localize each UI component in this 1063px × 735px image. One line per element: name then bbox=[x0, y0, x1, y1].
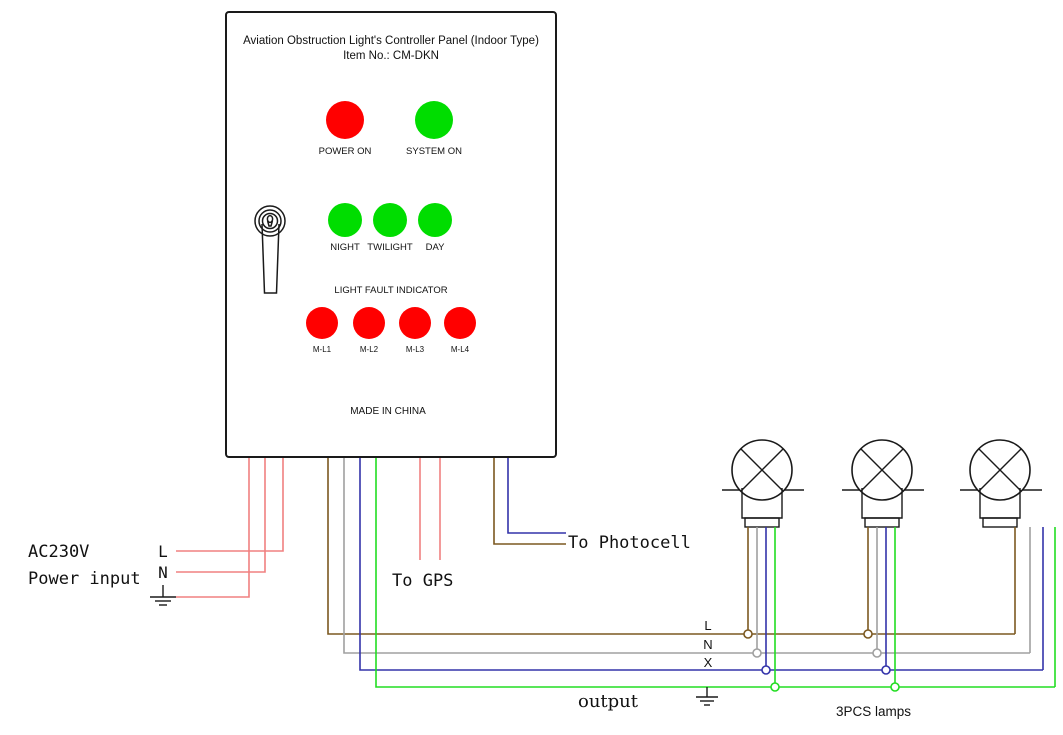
label-light-fault-indicator: LIGHT FAULT INDICATOR bbox=[334, 285, 447, 296]
bus-label-N: N bbox=[703, 637, 712, 652]
wire-ac-earth bbox=[176, 458, 250, 598]
label-to-photocell: To Photocell bbox=[568, 533, 691, 553]
indicator-lamp-m-l2 bbox=[353, 307, 385, 339]
lamp-3 bbox=[960, 439, 1056, 687]
photocell-wire-group: To Photocell bbox=[493, 458, 691, 553]
label-m-l1: M-L1 bbox=[313, 345, 332, 354]
indicator-lamp-twilight bbox=[373, 203, 407, 237]
wire-bus-X-blue bbox=[359, 458, 1043, 671]
label-made-in-china: MADE IN CHINA bbox=[350, 406, 426, 417]
junction-lamp2-L bbox=[863, 629, 873, 639]
label-twilight: TWILIGHT bbox=[367, 242, 413, 253]
label-m-l2: M-L2 bbox=[360, 345, 379, 354]
indicator-lamp-night bbox=[328, 203, 362, 237]
junction-lamp2-X bbox=[881, 665, 891, 675]
junction-lamp1-N bbox=[752, 648, 762, 658]
junction-lamp1-earth bbox=[770, 682, 780, 692]
indicator-lamp-m-l3 bbox=[399, 307, 431, 339]
panel-title-line2: Item No.: CM-DKN bbox=[343, 50, 439, 62]
junction-lamp1-X bbox=[761, 665, 771, 675]
terminal-label-N: N bbox=[158, 563, 168, 582]
label-to-gps: To GPS bbox=[392, 571, 453, 591]
indicator-lamp-m-l4 bbox=[444, 307, 476, 339]
label-ac230v: AC230V bbox=[28, 542, 89, 562]
label-power-on: POWER ON bbox=[319, 146, 372, 157]
panel-title-line1: Aviation Obstruction Light's Controller … bbox=[243, 35, 539, 47]
label-night: NIGHT bbox=[330, 242, 360, 253]
indicator-lamp-power-on bbox=[326, 101, 364, 139]
label-output: output bbox=[578, 691, 639, 712]
indicator-lamp-system-on bbox=[415, 101, 453, 139]
indicator-lamp-day bbox=[418, 203, 452, 237]
label-3pcs-lamps: 3PCS lamps bbox=[836, 704, 911, 719]
junction-lamp2-earth bbox=[890, 682, 900, 692]
terminal-label-L: L bbox=[158, 542, 168, 561]
junction-lamp1-L bbox=[743, 629, 753, 639]
ground-symbol-output bbox=[696, 687, 718, 706]
wiring-diagram: Aviation Obstruction Light's Controller … bbox=[0, 0, 1063, 735]
label-power-input: Power input bbox=[28, 569, 141, 589]
wire-ac-L bbox=[176, 458, 284, 552]
wire-photocell-blue bbox=[507, 458, 566, 534]
label-day: DAY bbox=[426, 242, 445, 253]
label-m-l3: M-L3 bbox=[406, 345, 425, 354]
bus-label-L: L bbox=[704, 618, 711, 633]
wire-photocell-brown bbox=[493, 458, 566, 545]
label-system-on: SYSTEM ON bbox=[406, 146, 462, 157]
indicator-lamp-m-l1 bbox=[306, 307, 338, 339]
gps-wire-group: To GPS bbox=[392, 458, 453, 591]
ground-symbol-input bbox=[150, 585, 176, 606]
wire-bus-N-gray bbox=[343, 458, 1030, 654]
ac-power-input-group: AC230V Power input L N bbox=[28, 458, 284, 606]
junction-lamp2-N bbox=[872, 648, 882, 658]
bus-label-X: X bbox=[704, 655, 713, 670]
controller-panel: Aviation Obstruction Light's Controller … bbox=[225, 11, 557, 458]
mode-lamp-group: NIGHT TWILIGHT DAY bbox=[328, 203, 452, 253]
label-m-l4: M-L4 bbox=[451, 345, 470, 354]
wire-ac-N bbox=[176, 458, 266, 573]
